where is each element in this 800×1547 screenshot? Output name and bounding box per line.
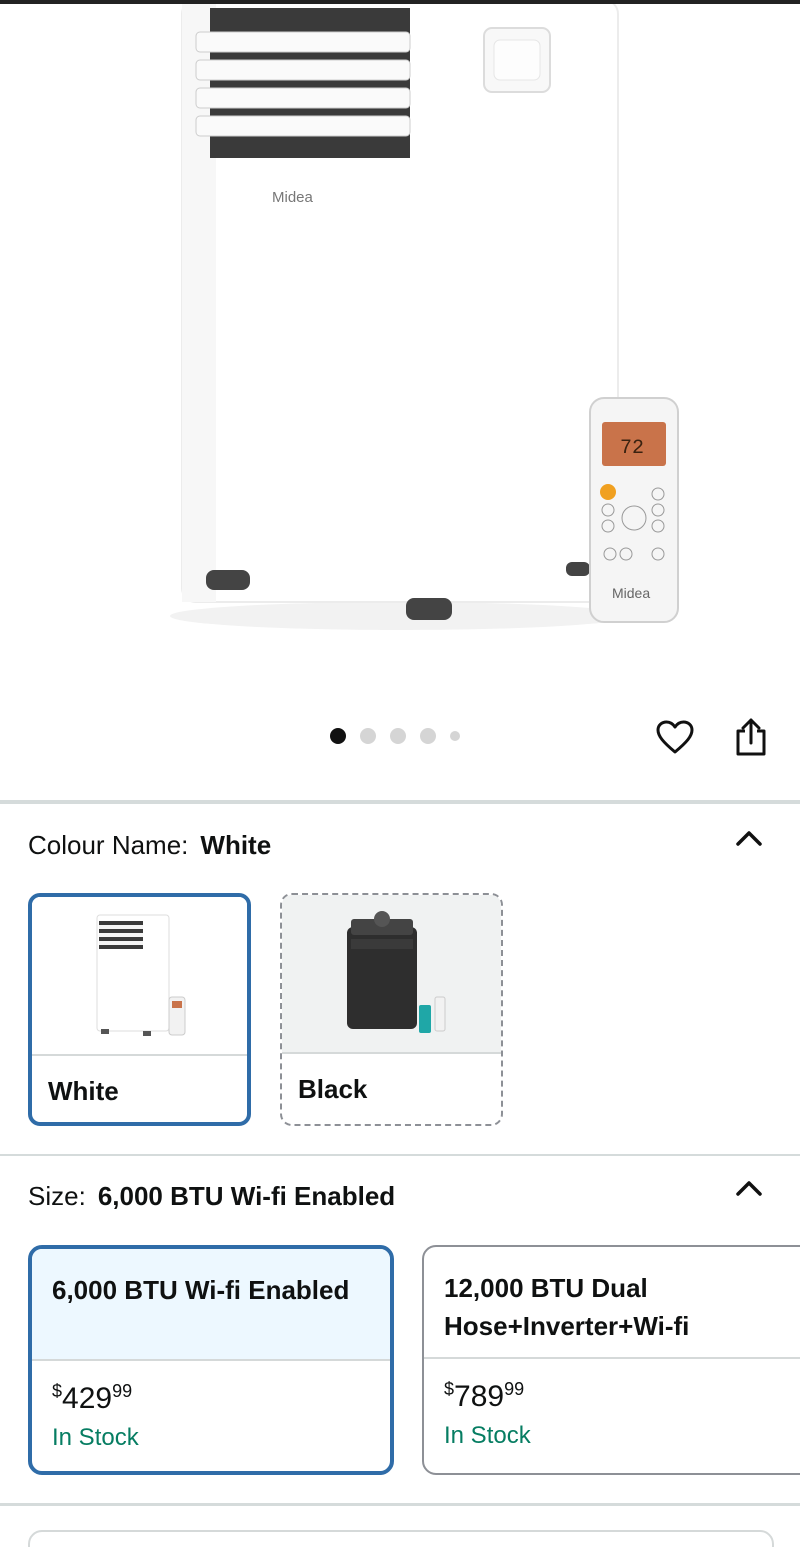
colour-option-label: White (32, 1054, 247, 1122)
availability-status: In Stock (444, 1422, 531, 1449)
image-carousel-indicator[interactable] (330, 726, 460, 746)
price-whole: 789 (454, 1380, 505, 1413)
size-option-title: 6,000 BTU Wi-fi Enabled (32, 1249, 390, 1361)
remote-logo-text: Midea (612, 585, 650, 601)
colour-thumbnail (32, 897, 247, 1054)
colour-label-text: Colour Name: (28, 830, 189, 860)
section-divider (0, 1154, 800, 1156)
availability-status: In Stock (52, 1424, 139, 1451)
share-button[interactable] (726, 712, 776, 762)
chevron-up-icon[interactable] (732, 1172, 766, 1206)
colour-option-black[interactable]: Black (280, 893, 503, 1126)
colour-thumbnail (282, 895, 501, 1052)
next-section-card (28, 1530, 774, 1547)
colour-option-white[interactable]: White (28, 893, 251, 1126)
section-divider (0, 1503, 800, 1506)
price-fraction: 99 (112, 1381, 133, 1401)
size-option-title: 12,000 BTU Dual Hose+Inverter+Wi-fi (424, 1247, 800, 1359)
remote-display: 72 (620, 437, 644, 460)
carousel-dot[interactable] (330, 728, 346, 744)
section-divider (0, 800, 800, 804)
colour-option-label: Black (282, 1052, 501, 1124)
size-option-title-line: 12,000 BTU Dual (444, 1273, 648, 1303)
size-option-title-line: Hose+Inverter+Wi-fi (444, 1311, 690, 1341)
price: $42999 (52, 1381, 370, 1416)
carousel-dot[interactable] (360, 728, 376, 744)
colour-selected-value: White (200, 830, 272, 860)
unit-logo-text: Midea (272, 189, 314, 206)
price-whole: 429 (62, 1382, 113, 1415)
carousel-dot[interactable] (420, 728, 436, 744)
wishlist-button[interactable] (650, 712, 700, 762)
price: $78999 (444, 1379, 800, 1414)
price-currency: $ (52, 1381, 63, 1401)
carousel-dot[interactable] (450, 731, 460, 741)
share-icon (736, 718, 766, 756)
colour-name-label: Colour Name: White (28, 830, 271, 861)
size-selected-value: 6,000 BTU Wi-fi Enabled (97, 1181, 396, 1211)
size-option-12000-btu[interactable]: 12,000 BTU Dual Hose+Inverter+Wi-fi $789… (422, 1245, 800, 1475)
size-option-6000-btu[interactable]: 6,000 BTU Wi-fi Enabled $42999 In Stock (28, 1245, 394, 1475)
product-image[interactable]: Midea 72 Midea (0, 4, 800, 704)
heart-icon (656, 720, 694, 754)
price-currency: $ (444, 1379, 455, 1399)
price-fraction: 99 (504, 1379, 525, 1399)
size-label: Size: 6,000 BTU Wi-fi Enabled (28, 1181, 395, 1212)
carousel-dot[interactable] (390, 728, 406, 744)
size-label-text: Size: (28, 1181, 86, 1211)
chevron-up-icon[interactable] (732, 822, 766, 856)
